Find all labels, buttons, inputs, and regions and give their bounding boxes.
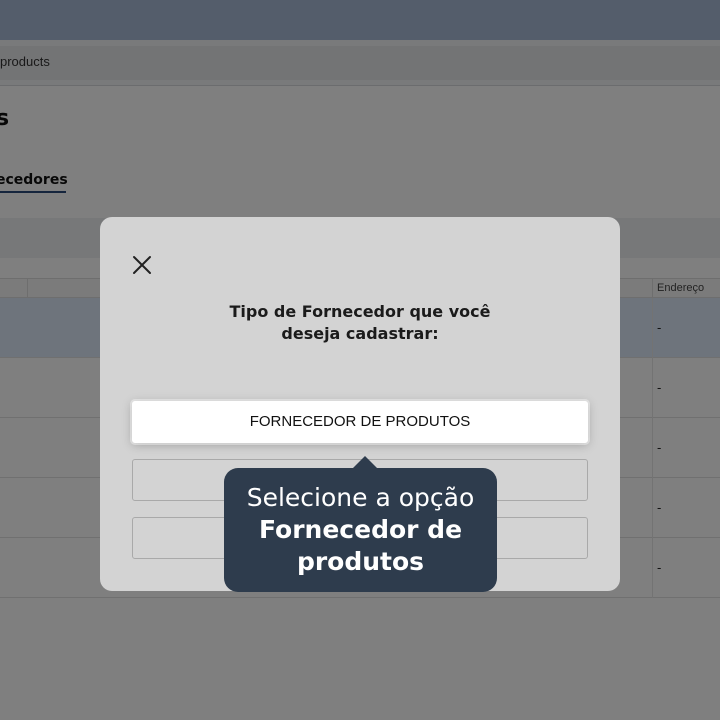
tooltip-line3: produtos <box>296 547 425 576</box>
modal-title-line2: deseja cadastrar: <box>281 324 439 343</box>
close-button[interactable] <box>128 251 156 279</box>
tooltip-line1: Selecione a opção <box>246 483 475 512</box>
tooltip-line2: Fornecedor de <box>258 515 463 544</box>
tutorial-tooltip: Selecione a opção Fornecedor de produtos <box>224 456 497 592</box>
product-supplier-label: FORNECEDOR DE PRODUTOS <box>249 413 471 430</box>
modal-title: Tipo de Fornecedor que você deseja cadas… <box>160 301 560 345</box>
close-icon <box>133 256 151 274</box>
product-supplier-button[interactable]: FORNECEDOR DE PRODUTOS <box>132 401 588 443</box>
tooltip-arrow <box>352 456 378 469</box>
modal-title-line1: Tipo de Fornecedor que você <box>229 302 491 321</box>
